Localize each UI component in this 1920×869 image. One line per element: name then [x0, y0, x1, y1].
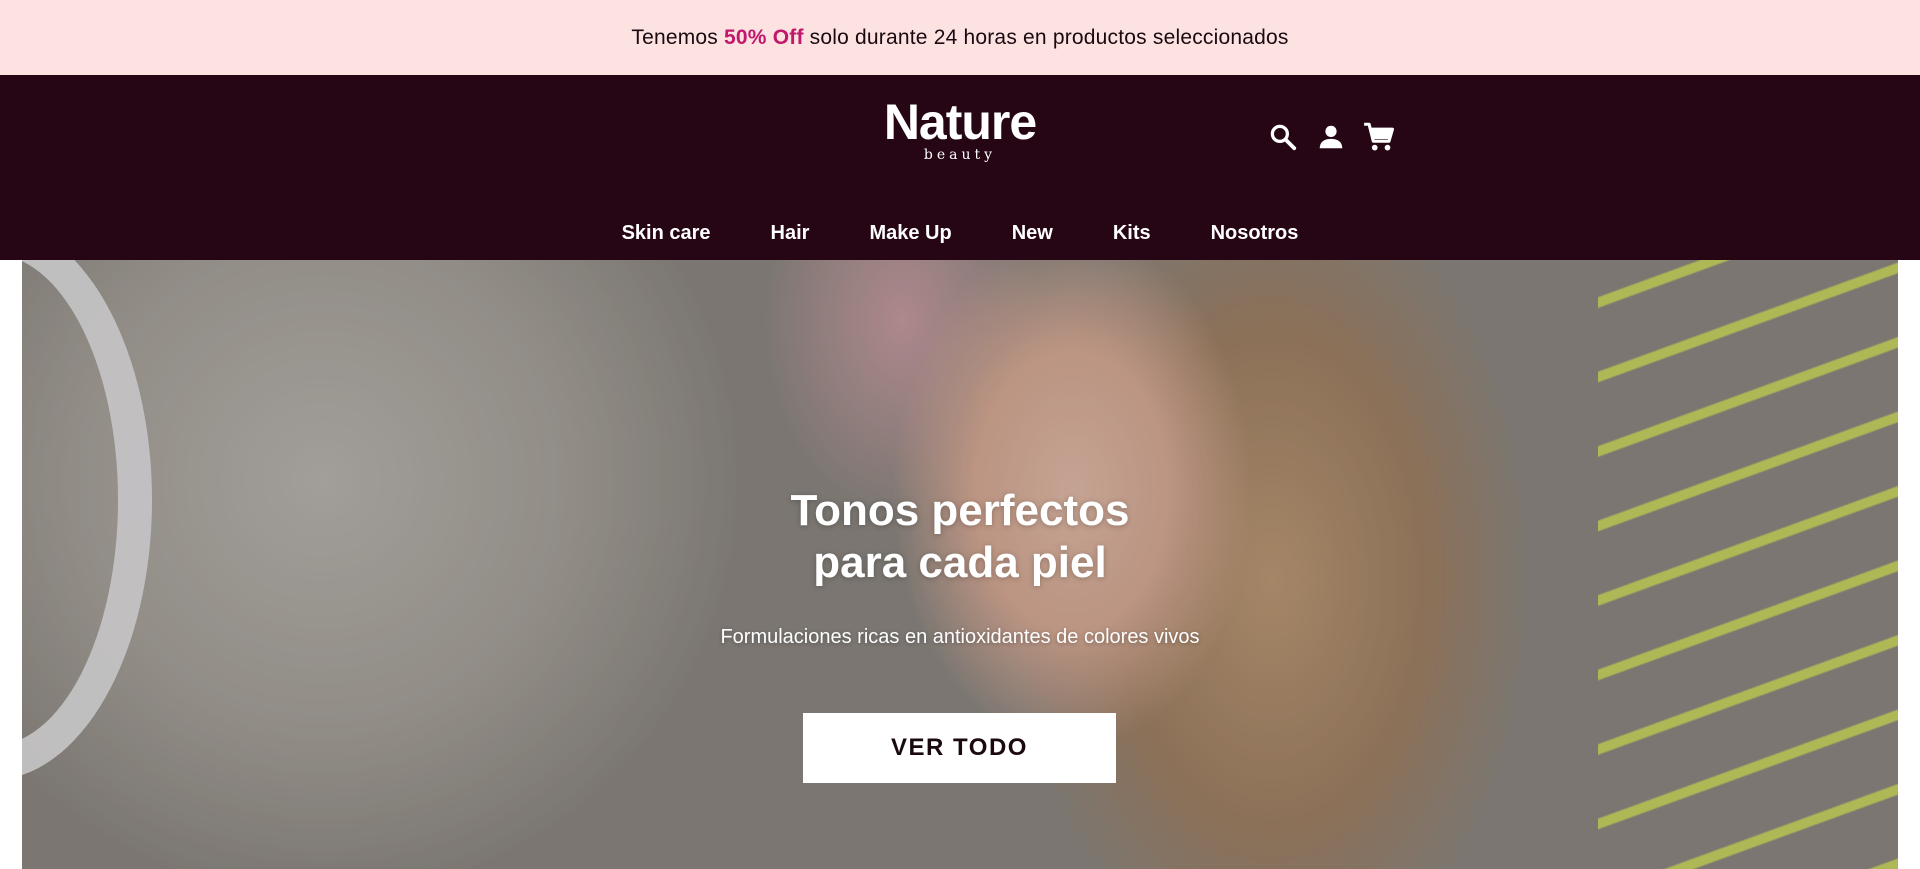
hero-title: Tonos perfectos para cada piel	[22, 485, 1898, 589]
logo[interactable]: Nature beauty	[876, 97, 1044, 167]
nav-item-new[interactable]: New	[1012, 222, 1053, 245]
nav-item-skin-care[interactable]: Skin care	[622, 222, 711, 245]
promo-bar: Tenemos 50% Off solo durante 24 horas en…	[0, 0, 1920, 75]
promo-suffix: solo durante 24 horas en productos selec…	[803, 25, 1289, 49]
main-nav: Skin care Hair Make Up New Kits Nosotros	[0, 213, 1920, 253]
ver-todo-button[interactable]: VER TODO	[803, 713, 1116, 783]
cart-icon[interactable]	[1361, 119, 1397, 155]
logo-main-text: Nature	[883, 94, 1037, 150]
site-header: Nature beauty Skin care Hair Make Up New…	[0, 75, 1920, 260]
nav-item-hair[interactable]: Hair	[771, 222, 810, 245]
promo-prefix: Tenemos	[631, 25, 725, 49]
user-icon[interactable]	[1313, 119, 1349, 155]
search-icon[interactable]	[1265, 119, 1301, 155]
hero-banner: Tonos perfectos para cada piel Formulaci…	[22, 260, 1898, 869]
promo-highlight: 50% Off	[724, 25, 804, 49]
header-icons	[1265, 118, 1397, 156]
hero-title-line-2: para cada piel	[813, 538, 1107, 587]
promo-text: Tenemos 50% Off solo durante 24 horas en…	[631, 26, 1288, 50]
hero-title-line-1: Tonos perfectos	[790, 486, 1130, 535]
hero-subtitle: Formulaciones ricas en antioxidantes de …	[720, 626, 1200, 648]
nav-item-make-up[interactable]: Make Up	[869, 222, 951, 245]
hero-content: Tonos perfectos para cada piel Formulaci…	[22, 260, 1898, 869]
nav-item-kits[interactable]: Kits	[1113, 222, 1151, 245]
nav-item-nosotros[interactable]: Nosotros	[1211, 222, 1299, 245]
